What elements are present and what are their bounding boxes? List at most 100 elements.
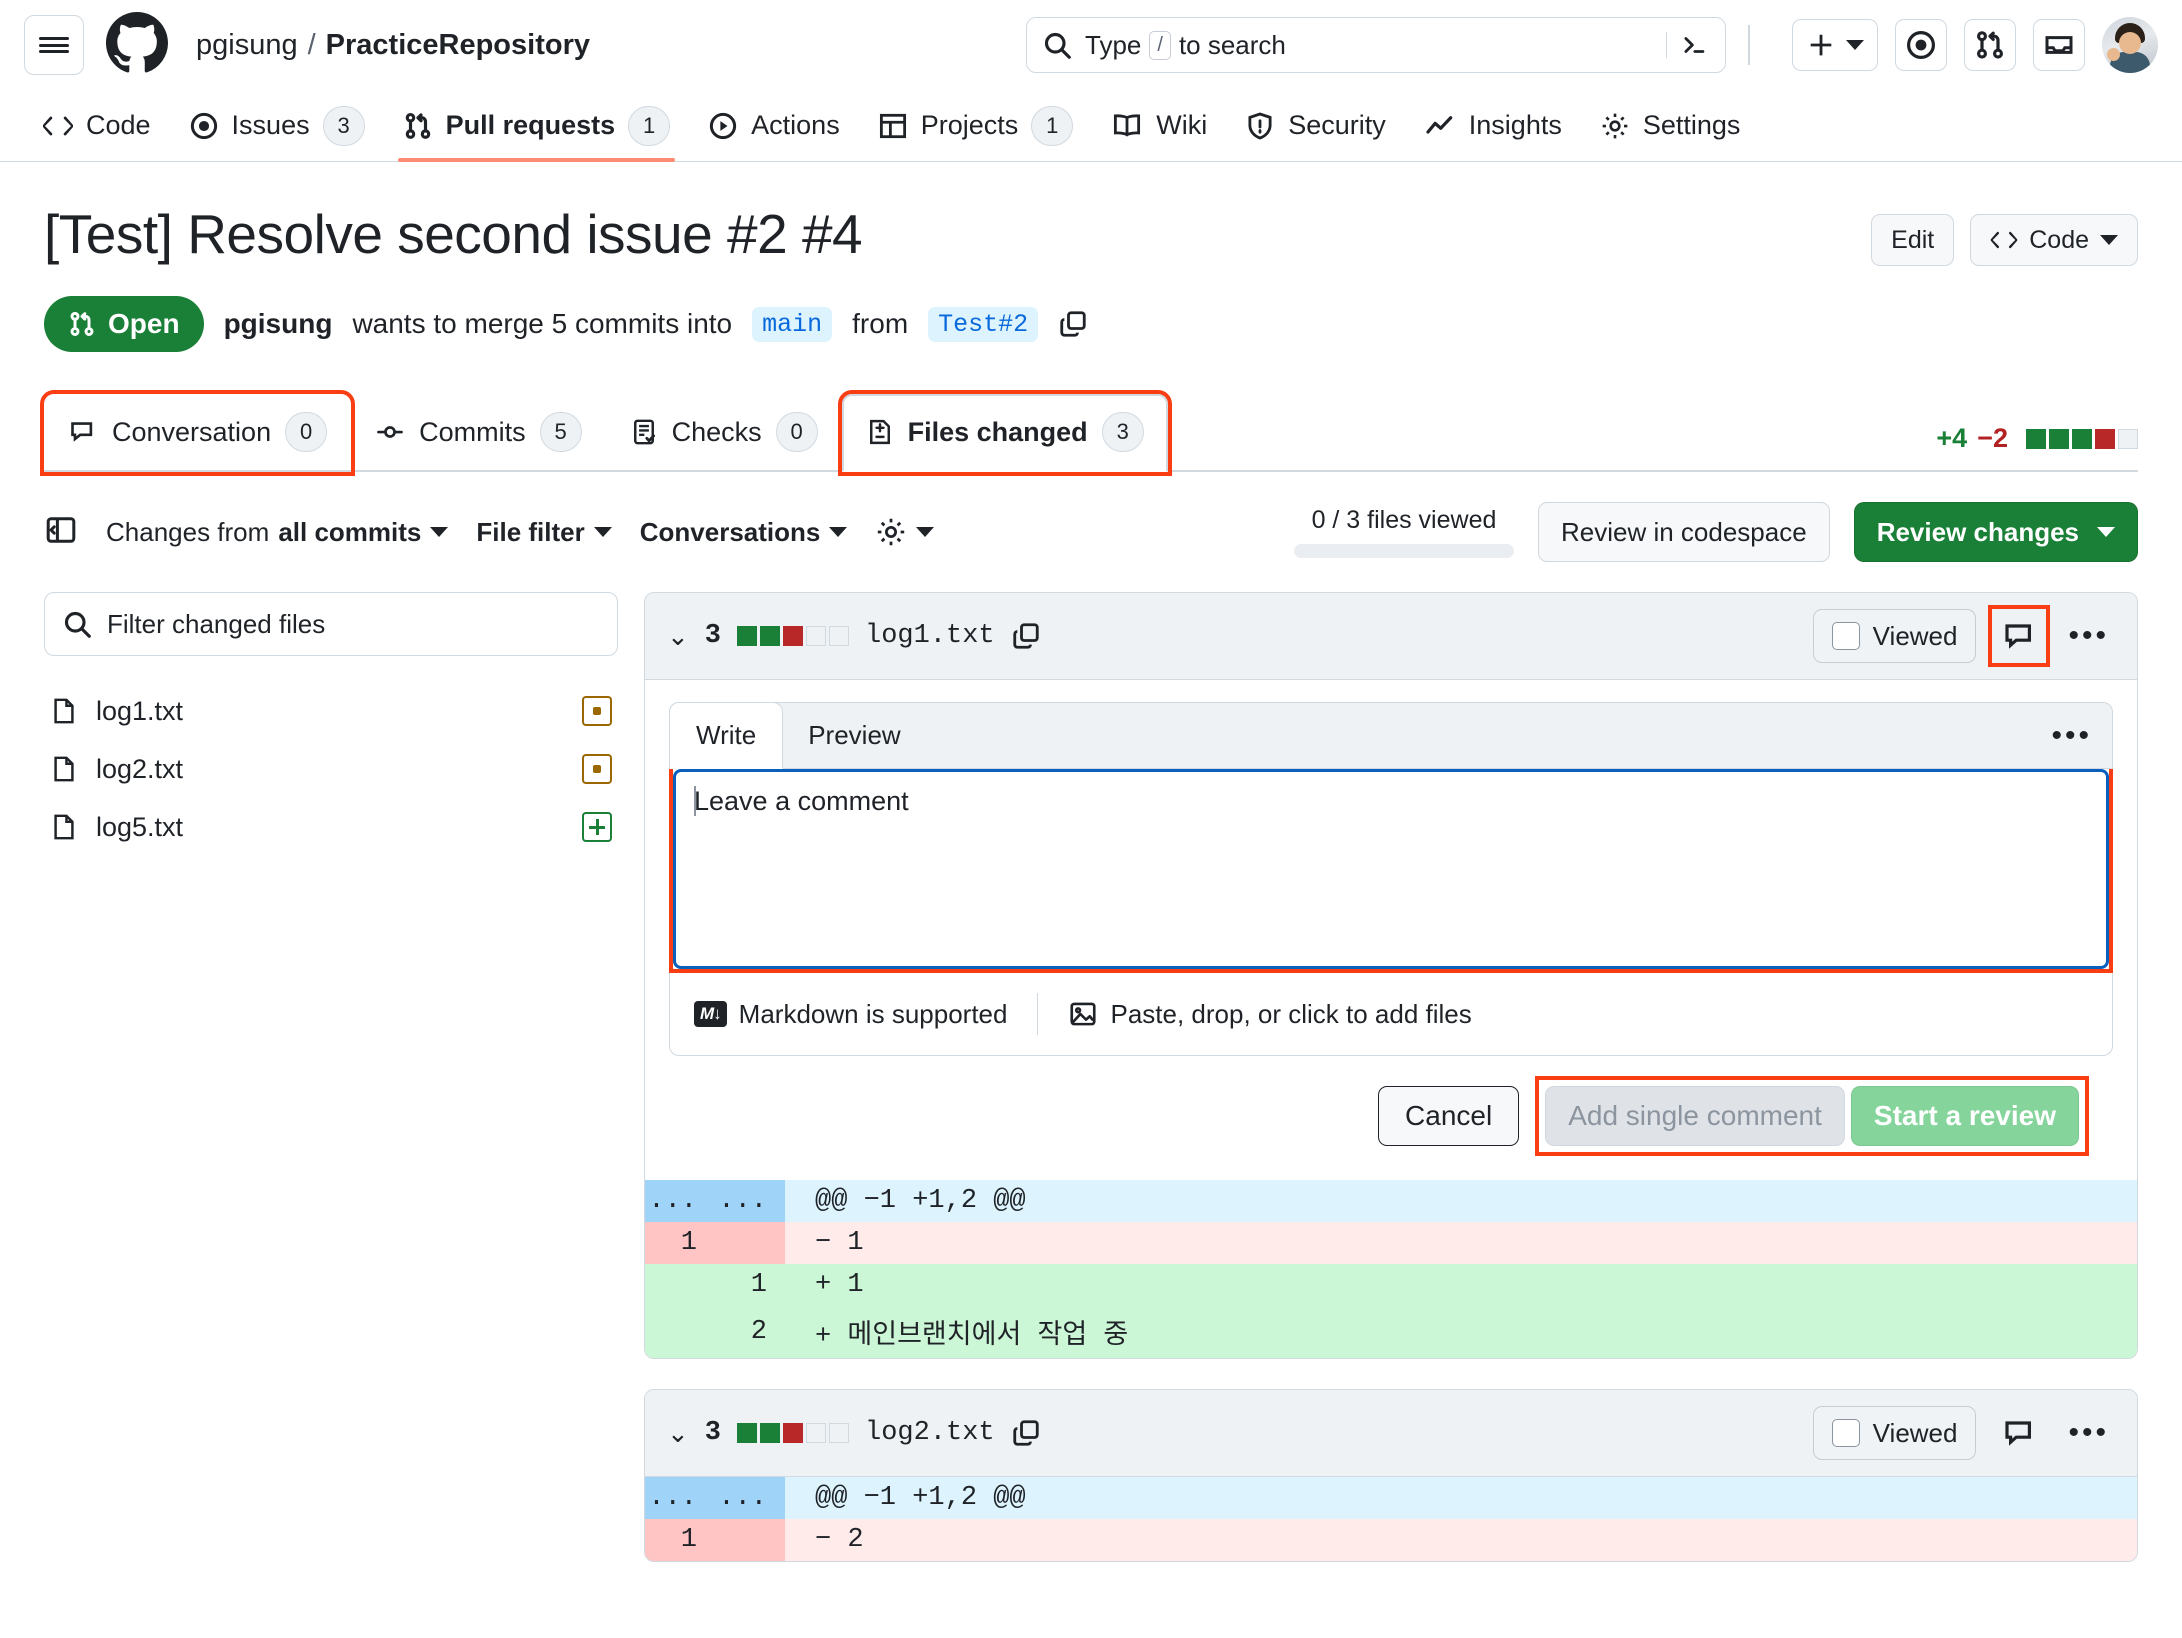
github-logo-icon[interactable] <box>106 11 168 79</box>
inline-comment-form: Write Preview ••• Leave a comment M↓ Mar <box>645 680 2137 1180</box>
table-row: 1 − 2 <box>645 1519 2137 1561</box>
breadcrumb-repo[interactable]: PracticeRepository <box>326 29 590 62</box>
code-button[interactable]: Code <box>1970 214 2138 266</box>
diff-table: ... ... @@ −1 +1,2 @@ 1 − 1 1 + 1 2 + 메인… <box>645 1180 2137 1358</box>
tab-preview[interactable]: Preview <box>782 703 926 768</box>
table-row: 2 + 메인브랜치에서 작업 중 <box>645 1306 2137 1358</box>
list-item[interactable]: log5.txt <box>44 798 618 856</box>
edit-button[interactable]: Edit <box>1871 214 1955 266</box>
pr-tabs-wrap: Conversation 0 Commits 5 Checks 0 Files … <box>39 390 2138 476</box>
diff-table: ... ... @@ −1 +1,2 @@ 1 − 2 <box>645 1477 2137 1561</box>
conversations-dropdown[interactable]: Conversations <box>640 517 848 548</box>
changes-from-filter[interactable]: Changes from all commits <box>106 517 449 548</box>
tab-write[interactable]: Write <box>669 702 784 769</box>
viewed-checkbox[interactable]: Viewed <box>1812 609 1977 663</box>
list-item[interactable]: log2.txt <box>44 740 618 798</box>
nav-item-insights[interactable]: Insights <box>1405 90 1581 161</box>
copy-path-icon[interactable] <box>1011 621 1041 651</box>
file-name[interactable]: log1.txt <box>865 621 995 651</box>
tab-write-label: Write <box>696 720 757 750</box>
nav-item-label: Settings <box>1642 110 1741 140</box>
search-placeholder-suffix: to search <box>1178 29 1286 60</box>
attach-files-hint[interactable]: Paste, drop, or click to add files <box>1068 999 1472 1030</box>
breadcrumb-owner[interactable]: pgisung <box>196 29 298 62</box>
tab-files-changed[interactable]: Files changed 3 <box>837 390 1172 476</box>
file-menu-button[interactable]: ••• <box>2062 619 2115 653</box>
nav-item-label: Actions <box>751 110 840 140</box>
list-item[interactable]: log1.txt <box>44 682 618 740</box>
tab-checks[interactable]: Checks 0 <box>606 394 842 472</box>
copy-icon[interactable] <box>1058 309 1088 339</box>
nav-item-pull-requests[interactable]: Pull requests 1 <box>384 90 690 162</box>
nav-item-issues[interactable]: Issues 3 <box>170 90 384 161</box>
nav-item-security[interactable]: Security <box>1226 90 1405 161</box>
review-changes-button[interactable]: Review changes <box>1853 502 2138 562</box>
nav-item-wiki[interactable]: Wiki <box>1092 90 1226 161</box>
pr-header: [Test] Resolve second issue #2 #4 Edit C… <box>0 162 2182 352</box>
base-branch-tag[interactable]: main <box>752 306 833 342</box>
tab-commits[interactable]: Commits 5 <box>351 394 606 472</box>
old-line-number: 1 <box>645 1519 715 1561</box>
pr-author[interactable]: pgisung <box>224 308 333 340</box>
table-icon <box>879 113 906 138</box>
chevron-down-icon <box>1846 40 1864 50</box>
breadcrumb-separator: / <box>307 28 316 61</box>
viewed-checkbox[interactable]: Viewed <box>1812 1406 1977 1460</box>
file-change-count: 3 <box>704 621 721 651</box>
tab-count: 0 <box>775 412 818 452</box>
comment-form-footer: M↓ Markdown is supported Paste, drop, or… <box>669 973 2113 1056</box>
hamburger-menu-icon[interactable] <box>24 15 84 75</box>
comment-textarea[interactable]: Leave a comment <box>673 769 2109 969</box>
diff-code: @@ −1 +1,2 @@ <box>785 1477 2137 1519</box>
issues-button[interactable] <box>1895 19 1947 71</box>
markdown-supported-hint[interactable]: M↓ Markdown is supported <box>694 999 1007 1030</box>
filter-changed-files-input[interactable]: Filter changed files <box>44 592 618 656</box>
new-line-number <box>715 1222 785 1264</box>
file-name[interactable]: log2.txt <box>865 1418 995 1448</box>
pr-merge-text-1: wants to merge 5 commits into <box>352 308 733 339</box>
file-menu-button[interactable]: ••• <box>2062 1416 2115 1450</box>
nav-item-settings[interactable]: Settings <box>1581 90 1760 161</box>
avatar[interactable] <box>2102 17 2158 73</box>
nav-item-code[interactable]: Code <box>24 90 170 161</box>
old-line-number <box>645 1306 715 1358</box>
nav-item-projects[interactable]: Projects 1 <box>859 90 1093 161</box>
conversations-label: Conversations <box>639 516 821 547</box>
nav-item-count: 1 <box>628 105 671 146</box>
chevron-down-icon[interactable]: ⌄ <box>667 621 689 652</box>
collapse-sidebar-button[interactable] <box>44 514 78 551</box>
file-diff-log1: ⌄ 3 log1.txt Viewed ••• Write Preview ••… <box>644 592 2138 1359</box>
nav-item-label: Issues <box>231 110 310 140</box>
gear-icon <box>1602 113 1628 138</box>
file-comment-button[interactable] <box>1992 1406 2046 1460</box>
file-filter-dropdown[interactable]: File filter <box>476 517 612 548</box>
head-branch-tag[interactable]: Test#2 <box>928 306 1039 342</box>
chevron-down-icon[interactable]: ⌄ <box>667 1418 689 1449</box>
commit-icon <box>377 426 403 438</box>
command-palette-icon[interactable] <box>1679 32 1709 58</box>
file-comment-button[interactable] <box>1988 605 2051 667</box>
diff-settings-button[interactable] <box>875 516 935 548</box>
review-in-codespace-button[interactable]: Review in codespace <box>1537 502 1830 562</box>
nav-item-actions[interactable]: Actions <box>689 90 859 161</box>
diff-code: + 메인브랜치에서 작업 중 <box>785 1306 2137 1358</box>
status-badge: Open <box>44 296 204 352</box>
comment-textarea-highlight: Leave a comment <box>669 769 2113 973</box>
plus-square-icon <box>582 812 612 842</box>
cancel-button[interactable]: Cancel <box>1378 1086 1520 1146</box>
create-new-button[interactable] <box>1792 19 1878 71</box>
add-single-comment-button[interactable]: Add single comment <box>1545 1086 1845 1146</box>
notifications-button[interactable] <box>2033 19 2085 71</box>
file-tree-sidebar: Filter changed files log1.txt log2.txt l… <box>44 592 644 856</box>
start-a-review-button[interactable]: Start a review <box>1850 1086 2079 1146</box>
comment-toolbar-menu[interactable]: ••• <box>2051 703 2112 768</box>
submit-buttons-highlight: Add single comment Start a review <box>1535 1076 2089 1156</box>
tab-label: Conversation <box>112 416 272 447</box>
tab-preview-label: Preview <box>808 720 901 750</box>
pull-requests-button[interactable] <box>1964 19 2016 71</box>
search-input[interactable]: Type / to search <box>1026 17 1726 73</box>
tab-conversation[interactable]: Conversation 0 <box>39 390 356 476</box>
copy-path-icon[interactable] <box>1011 1418 1041 1448</box>
breadcrumb: pgisung / PracticeRepository <box>196 29 590 62</box>
search-slash-key: / <box>1149 30 1171 60</box>
